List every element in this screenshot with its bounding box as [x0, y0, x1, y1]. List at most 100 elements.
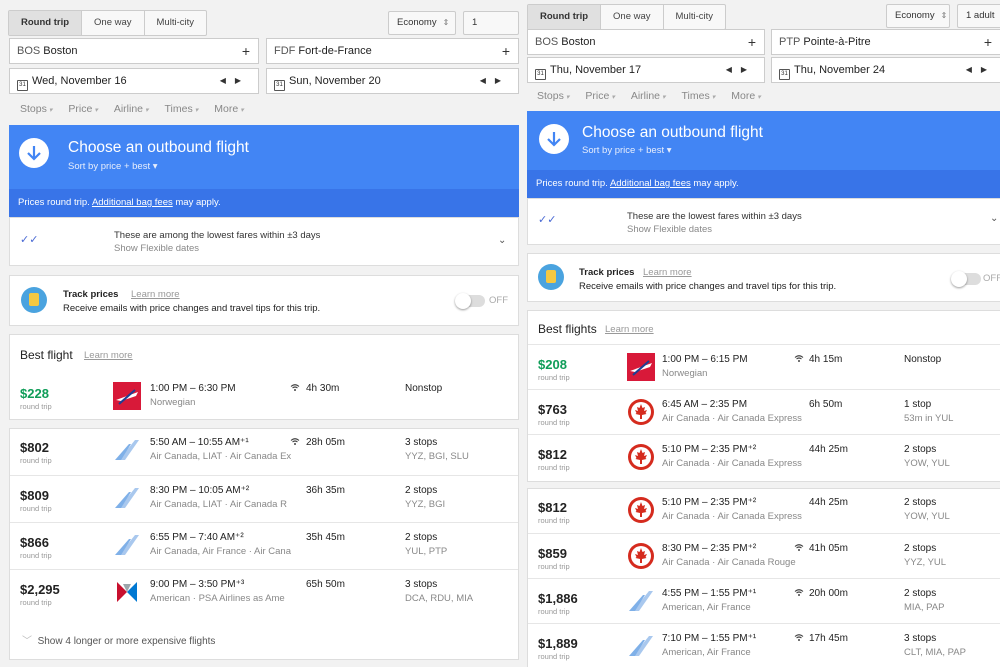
track-toggle[interactable]: [455, 293, 485, 309]
layover-airports: MIA, PAP: [904, 602, 945, 613]
filter-more[interactable]: More ▾: [731, 90, 760, 102]
show-flexible-dates[interactable]: Show Flexible dates: [114, 243, 199, 254]
destination-city: Pointe-à-Pitre: [803, 36, 871, 48]
flight-airline: Norwegian: [150, 397, 196, 408]
destination-field[interactable]: PTP Pointe-à-Pitre +: [771, 29, 1000, 55]
flight-airline: Air Canada, LIAT · Air Canada R: [150, 499, 287, 510]
flight-price: $763: [538, 402, 567, 417]
outbound-title: Choose an outbound flight: [582, 124, 763, 141]
date-arrows-icon[interactable]: ◀▶: [726, 58, 756, 82]
track-toggle[interactable]: [951, 271, 981, 287]
filter-airline[interactable]: Airline ▾: [114, 103, 149, 115]
wifi-icon: [794, 543, 804, 554]
flight-row[interactable]: $228 round trip 1:00 PM – 6:30 PM Norwegian…: [10, 374, 518, 421]
outbound-header: Choose an outbound flight Sort by price …: [527, 111, 1000, 170]
best-flights-card: Best flights Learn more $208 round trip 1:…: [527, 310, 1000, 482]
trip-type-tabs: Round trip One way Multi-city: [527, 4, 726, 30]
bag-fees-link[interactable]: Additional bag fees: [610, 178, 691, 189]
flight-row[interactable]: $763 round trip 6:45 AM – 2:35 PM Air Canad…: [528, 389, 1000, 434]
flight-price: $859: [538, 546, 567, 561]
tab-one-way[interactable]: One way: [82, 11, 145, 35]
best-learn-more-link[interactable]: Learn more: [84, 350, 133, 361]
filter-times[interactable]: Times ▾: [682, 90, 716, 102]
show-more-flights[interactable]: ﹀ Show 4 longer or more expensive flight…: [22, 632, 215, 647]
return-date-field[interactable]: 31 Sun, November 20 ◀▶: [266, 68, 519, 94]
best-learn-more-link[interactable]: Learn more: [605, 324, 654, 335]
arrow-down-icon: [539, 124, 569, 154]
flight-row[interactable]: $809 round trip 8:30 PM – 10:05 AM⁺² Air Ca…: [10, 475, 518, 522]
tab-one-way[interactable]: One way: [601, 5, 664, 29]
layover-airports: YOW, YUL: [904, 511, 950, 522]
track-prices-card: Track prices Learn more Receive emails w…: [527, 253, 1000, 302]
add-destination-icon[interactable]: +: [502, 39, 510, 63]
date-arrows-icon[interactable]: ◀▶: [966, 58, 996, 82]
tab-multi-city[interactable]: Multi-city: [145, 11, 206, 35]
track-learn-more-link[interactable]: Learn more: [131, 289, 180, 300]
price-note: round trip: [538, 652, 570, 661]
filter-price[interactable]: Price ▾: [68, 103, 97, 115]
filter-stops[interactable]: Stops ▾: [537, 90, 569, 102]
filter-bar: Stops ▾ Price ▾ Airline ▾ Times ▾ More ▾: [20, 103, 260, 115]
flight-row[interactable]: $802 round trip 5:50 AM – 10:55 AM⁺¹ Air Ca…: [10, 428, 518, 475]
origin-city: Boston: [43, 45, 78, 57]
add-origin-icon[interactable]: +: [242, 39, 250, 63]
flight-row[interactable]: $1,889 round trip 7:10 PM – 1:55 PM⁺¹ Ameri…: [528, 623, 1000, 667]
date-arrows-icon[interactable]: ◀▶: [480, 69, 510, 93]
track-description: Receive emails with price changes and tr…: [63, 303, 321, 314]
flight-duration: 35h 45m: [306, 532, 345, 543]
flight-row[interactable]: $208 round trip 1:00 PM – 6:15 PM Norwegian…: [528, 344, 1000, 389]
wifi-icon: [290, 383, 300, 394]
flight-duration: 4h 15m: [809, 354, 843, 365]
passengers-select[interactable]: 1 adult⇕: [463, 11, 519, 50]
filter-more[interactable]: More ▾: [214, 103, 243, 115]
track-learn-more-link[interactable]: Learn more: [643, 267, 692, 278]
flight-duration: 65h 50m: [306, 579, 345, 590]
add-destination-icon[interactable]: +: [984, 30, 992, 54]
return-date-field[interactable]: 31 Thu, November 24 ◀▶: [771, 57, 1000, 83]
flexible-dates-row[interactable]: ✓✓ These are the lowest fares within ±3 …: [527, 198, 1000, 245]
show-flexible-dates[interactable]: Show Flexible dates: [627, 224, 712, 235]
flight-row[interactable]: $812 round trip 5:10 PM – 2:35 PM⁺² Air Can…: [528, 488, 1000, 533]
flight-times: 5:10 PM – 2:35 PM⁺²: [662, 497, 757, 508]
tab-round-trip[interactable]: Round trip: [9, 11, 83, 35]
depart-date-field[interactable]: 31 Thu, November 17 ◀▶: [527, 57, 765, 83]
sort-dropdown[interactable]: Sort by price + best ▾: [68, 161, 158, 172]
sort-dropdown[interactable]: Sort by price + best ▾: [582, 145, 672, 156]
flexible-dates-row[interactable]: ✓✓ These are among the lowest fares with…: [9, 217, 519, 266]
calendar-icon: 31: [779, 69, 790, 80]
flight-duration: 4h 30m: [306, 383, 340, 394]
flight-stops: Nonstop: [904, 354, 942, 365]
filter-airline[interactable]: Airline ▾: [631, 90, 666, 102]
flight-row[interactable]: $1,886 round trip 4:55 PM – 1:55 PM⁺¹ Ameri…: [528, 578, 1000, 623]
chevron-down-icon[interactable]: ⌄: [498, 235, 506, 246]
flight-row[interactable]: $866 round trip 6:55 PM – 7:40 AM⁺² Air Can…: [10, 522, 518, 569]
flight-row[interactable]: $859 round trip 8:30 PM – 2:35 PM⁺² Air Can…: [528, 533, 1000, 578]
flight-duration: 28h 05m: [306, 437, 345, 448]
cabin-select[interactable]: Economy ⇕: [388, 11, 456, 35]
filter-stops[interactable]: Stops ▾: [20, 103, 52, 115]
tab-round-trip[interactable]: Round trip: [528, 5, 602, 29]
tab-multi-city[interactable]: Multi-city: [664, 5, 725, 29]
toggle-state-label: OFF: [489, 295, 508, 306]
depart-date-field[interactable]: 31 Wed, November 16 ◀▶: [9, 68, 259, 94]
filter-price[interactable]: Price ▾: [585, 90, 614, 102]
flight-row[interactable]: $2,295 round trip 9:00 PM – 3:50 PM⁺³ Ameri…: [10, 569, 518, 616]
destination-field[interactable]: FDF Fort-de-France +: [266, 38, 519, 64]
flight-stops: 2 stops: [904, 444, 937, 455]
flight-price: $809: [20, 488, 49, 503]
origin-field[interactable]: BOS Boston +: [9, 38, 259, 64]
add-origin-icon[interactable]: +: [748, 30, 756, 54]
chevron-down-icon: ﹀: [22, 636, 32, 647]
flight-times: 4:55 PM – 1:55 PM⁺¹: [662, 588, 757, 599]
cabin-select[interactable]: Economy ⇕: [886, 4, 950, 28]
best-flight-heading: Best flight: [20, 348, 73, 362]
filter-times[interactable]: Times ▾: [165, 103, 199, 115]
flight-price: $812: [538, 447, 567, 462]
passengers-select[interactable]: 1 adult: [957, 4, 1000, 28]
date-arrows-icon[interactable]: ◀▶: [220, 69, 250, 93]
flight-price: $1,886: [538, 591, 578, 606]
bag-fees-link[interactable]: Additional bag fees: [92, 197, 173, 208]
flight-row[interactable]: $812 round trip 5:10 PM – 2:35 PM⁺² Air Can…: [528, 434, 1000, 479]
chevron-down-icon[interactable]: ⌄: [990, 213, 998, 224]
origin-field[interactable]: BOS Boston +: [527, 29, 765, 55]
